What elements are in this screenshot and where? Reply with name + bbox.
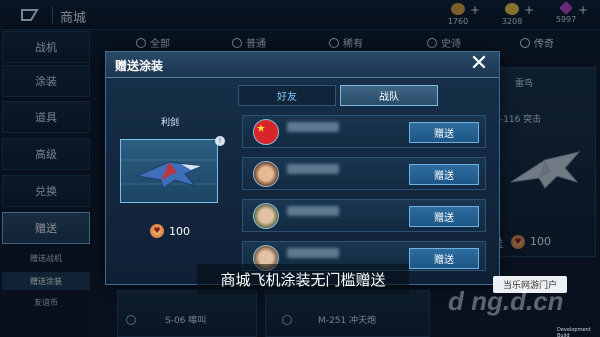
- gift-button[interactable]: 赠送: [409, 206, 479, 227]
- info-icon[interactable]: !: [215, 136, 225, 146]
- list-item: 赠送: [242, 115, 486, 148]
- player-name-blurred: [287, 122, 339, 132]
- avatar: [253, 119, 279, 145]
- avatar: [253, 161, 279, 187]
- promo-caption: 商城飞机涂装无门槛赠送: [197, 264, 409, 294]
- skin-preview: [120, 139, 218, 203]
- player-name-blurred: [287, 248, 339, 258]
- aircraft-skin-image: [121, 159, 217, 189]
- tab-squad[interactable]: 战队: [340, 85, 438, 106]
- player-name-blurred: [287, 164, 339, 174]
- dialog-title: 赠送涂装: [115, 59, 164, 73]
- dialog-header: 赠送涂装 ✕: [106, 52, 499, 78]
- gift-skin-dialog: 赠送涂装 ✕ 利剑 ! ♥ 100 好友 战队 赠送 赠送 赠送 赠送: [105, 51, 500, 285]
- tab-friends[interactable]: 好友: [238, 85, 336, 106]
- skin-price: ♥ 100: [150, 224, 190, 238]
- watermark-logo: d ng.d.cn: [448, 286, 564, 316]
- gift-button[interactable]: 赠送: [409, 122, 479, 143]
- gift-button[interactable]: 赠送: [409, 248, 479, 269]
- gift-button[interactable]: 赠送: [409, 164, 479, 185]
- avatar: [253, 203, 279, 229]
- list-item: 赠送: [242, 199, 486, 232]
- skin-name: 利剑: [161, 118, 180, 128]
- dev-build-label: Development Build: [557, 327, 591, 337]
- list-item: 赠送: [242, 157, 486, 190]
- china-flag-icon: [257, 124, 265, 132]
- player-name-blurred: [287, 206, 339, 216]
- price-value: 100: [169, 224, 190, 238]
- close-icon[interactable]: ✕: [467, 53, 491, 77]
- heart-coin-icon: ♥: [150, 224, 164, 238]
